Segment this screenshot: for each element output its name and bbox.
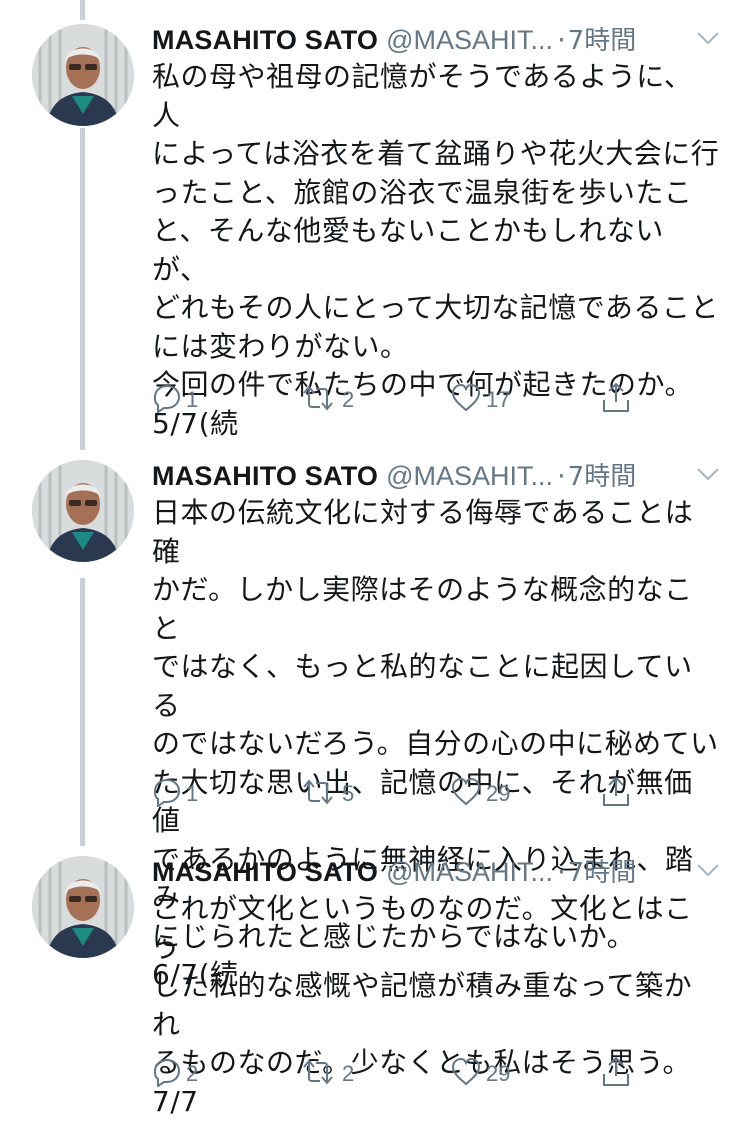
share-button[interactable] — [600, 1054, 632, 1094]
reply-icon — [152, 777, 182, 811]
thread-line — [80, 0, 85, 20]
reply-button[interactable]: 1 — [152, 774, 198, 814]
retweet-button[interactable]: 5 — [298, 774, 354, 814]
retweet-count: 2 — [342, 387, 355, 412]
reply-icon — [152, 383, 182, 417]
like-count: 17 — [486, 387, 511, 412]
timestamp[interactable]: 7時間 — [568, 462, 637, 492]
like-count: 29 — [486, 781, 511, 806]
retweet-icon — [298, 777, 338, 811]
timestamp[interactable]: 7時間 — [568, 26, 637, 56]
avatar[interactable] — [32, 24, 134, 126]
retweet-count: 5 — [342, 781, 355, 806]
share-icon — [600, 382, 632, 418]
author-name[interactable]: MASAHITO SATO — [152, 25, 378, 55]
like-count: 29 — [486, 1061, 511, 1086]
thread-line — [80, 128, 85, 450]
thread-line — [80, 578, 85, 846]
timestamp[interactable]: 7時間 — [568, 858, 637, 888]
reply-count: 2 — [186, 1061, 199, 1086]
author-name[interactable]: MASAHITO SATO — [152, 461, 378, 491]
share-icon — [600, 1056, 632, 1092]
tweet-actions: 1 2 17 — [152, 380, 642, 420]
share-icon — [600, 776, 632, 812]
author-name[interactable]: MASAHITO SATO — [152, 857, 378, 887]
separator-dot: · — [557, 857, 566, 888]
author-handle[interactable]: @MASAHIT... — [386, 461, 553, 491]
chevron-down-icon[interactable] — [696, 466, 720, 485]
heart-icon — [450, 1057, 482, 1091]
reply-button[interactable]: 2 — [152, 1054, 198, 1094]
tweet-header: MASAHITO SATO @MASAHIT... ·7時間 — [152, 852, 730, 892]
chevron-down-icon[interactable] — [696, 862, 720, 881]
retweet-count: 2 — [342, 1061, 355, 1086]
retweet-icon — [298, 383, 338, 417]
reply-button[interactable]: 1 — [152, 380, 198, 420]
heart-icon — [450, 777, 482, 811]
like-button[interactable]: 17 — [450, 380, 510, 420]
separator-dot: · — [557, 25, 566, 56]
author-handle[interactable]: @MASAHIT... — [386, 25, 553, 55]
avatar[interactable] — [32, 460, 134, 562]
tweet-actions: 2 2 29 — [152, 1054, 642, 1094]
tweet-header: MASAHITO SATO @MASAHIT... ·7時間 — [152, 20, 730, 60]
retweet-button[interactable]: 2 — [298, 1054, 354, 1094]
reply-count: 1 — [186, 781, 199, 806]
heart-icon — [450, 383, 482, 417]
retweet-button[interactable]: 2 — [298, 380, 354, 420]
separator-dot: · — [557, 461, 566, 492]
like-button[interactable]: 29 — [450, 774, 510, 814]
share-button[interactable] — [600, 380, 632, 420]
chevron-down-icon[interactable] — [696, 30, 720, 49]
reply-count: 1 — [186, 387, 199, 412]
retweet-icon — [298, 1057, 338, 1091]
reply-icon — [152, 1057, 182, 1091]
avatar[interactable] — [32, 856, 134, 958]
tweet-actions: 1 5 29 — [152, 774, 642, 814]
like-button[interactable]: 29 — [450, 1054, 510, 1094]
author-handle[interactable]: @MASAHIT... — [386, 857, 553, 887]
share-button[interactable] — [600, 774, 632, 814]
tweet-header: MASAHITO SATO @MASAHIT... ·7時間 — [152, 456, 730, 496]
